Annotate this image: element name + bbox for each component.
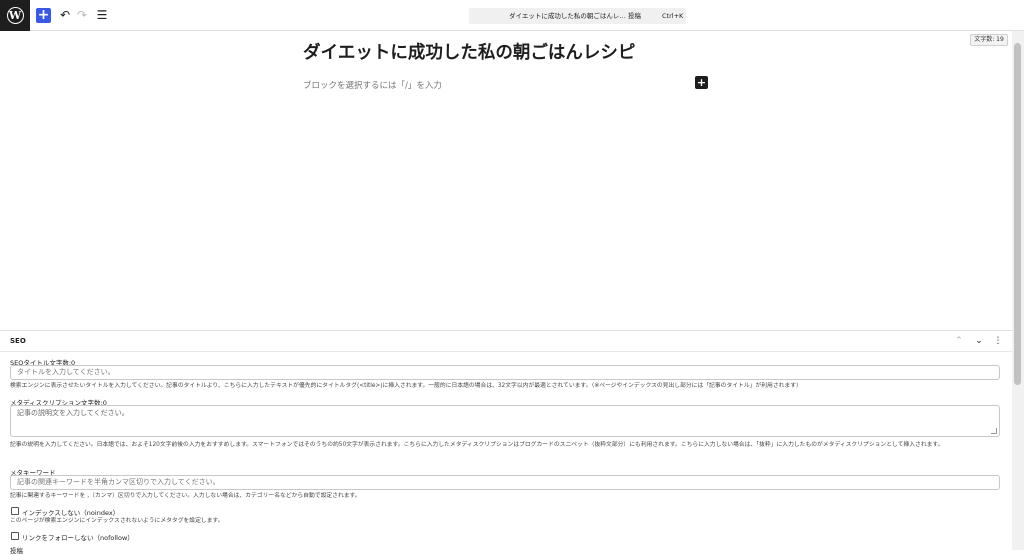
meta-description-help: 記事の説明を入力してください。日本語では、およそ120文字前後の入力をおすすめし… (10, 442, 944, 448)
meta-keywords-help: 記事に関連するキーワードを ,（カンマ）区切りで入力してください。入力しない場合… (10, 493, 361, 499)
meta-description-placeholder: 記事の説明文を入力してください。 (17, 409, 129, 417)
command-bar-title: ダイエットに成功した私の朝ごはんレ… (509, 12, 626, 20)
noindex-checkbox[interactable] (11, 507, 19, 515)
page-scrollbar[interactable] (1012, 31, 1024, 550)
seo-panel-title: SEO (10, 337, 26, 345)
wordpress-icon: W (6, 7, 24, 24)
seo-title-help: 検索エンジンに表示させたいタイトルを入力してください。記事のタイトルより、こちら… (10, 383, 802, 389)
seo-title-input[interactable] (10, 365, 1000, 380)
editor-canvas: ダイエットに成功した私の朝ごはんレシピ ブロックを選択するには「/」を入力 + … (0, 31, 1012, 330)
panel-toggle-icon[interactable]: ⋮ (992, 335, 1004, 347)
document-overview-icon[interactable]: ☰ (94, 7, 110, 23)
noindex-label: インデックスしない（noindex） (22, 509, 120, 517)
inline-add-block-button[interactable]: + (695, 76, 708, 89)
add-block-button[interactable]: + (36, 8, 51, 23)
command-bar-shortcut: Ctrl+K (662, 12, 684, 20)
scrollbar-thumb[interactable] (1014, 43, 1021, 385)
seo-meta-panel: SEO ⌃ ⌄ ⋮ SEOタイトル文字数:0 検索エンジンに表示させたいタイトル… (0, 330, 1012, 555)
redo-icon[interactable]: ↷ (74, 7, 90, 23)
character-count-badge: 文字数: 19 (970, 34, 1008, 46)
noindex-help: このページが検索エンジンにインデックスされないようにメタタグを設定します。 (10, 518, 224, 524)
chevron-up-icon[interactable]: ⌃ (953, 335, 965, 347)
editor-toolbar: W + ↶ ↷ ☰ ダイエットに成功した私の朝ごはんレ… 投稿 Ctrl+K (0, 0, 1024, 31)
post-title[interactable]: ダイエットに成功した私の朝ごはんレシピ (303, 39, 635, 64)
undo-icon[interactable]: ↶ (57, 7, 73, 23)
chevron-down-icon[interactable]: ⌄ (973, 335, 985, 347)
resize-handle-icon[interactable] (991, 428, 997, 434)
post-section-label: 投稿 (10, 547, 23, 555)
command-bar-post-type: 投稿 (628, 12, 641, 20)
wordpress-logo-button[interactable]: W (0, 0, 30, 31)
meta-description-textarea[interactable]: 記事の説明文を入力してください。 (10, 405, 1000, 437)
command-palette-bar[interactable]: ダイエットに成功した私の朝ごはんレ… 投稿 Ctrl+K (469, 8, 686, 24)
seo-panel-header[interactable]: SEO ⌃ ⌄ ⋮ (0, 331, 1012, 352)
meta-keywords-input[interactable] (10, 475, 1000, 490)
block-placeholder[interactable]: ブロックを選択するには「/」を入力 (303, 79, 442, 91)
nofollow-checkbox[interactable] (11, 532, 19, 540)
nofollow-label: リンクをフォローしない（nofollow） (22, 534, 134, 542)
